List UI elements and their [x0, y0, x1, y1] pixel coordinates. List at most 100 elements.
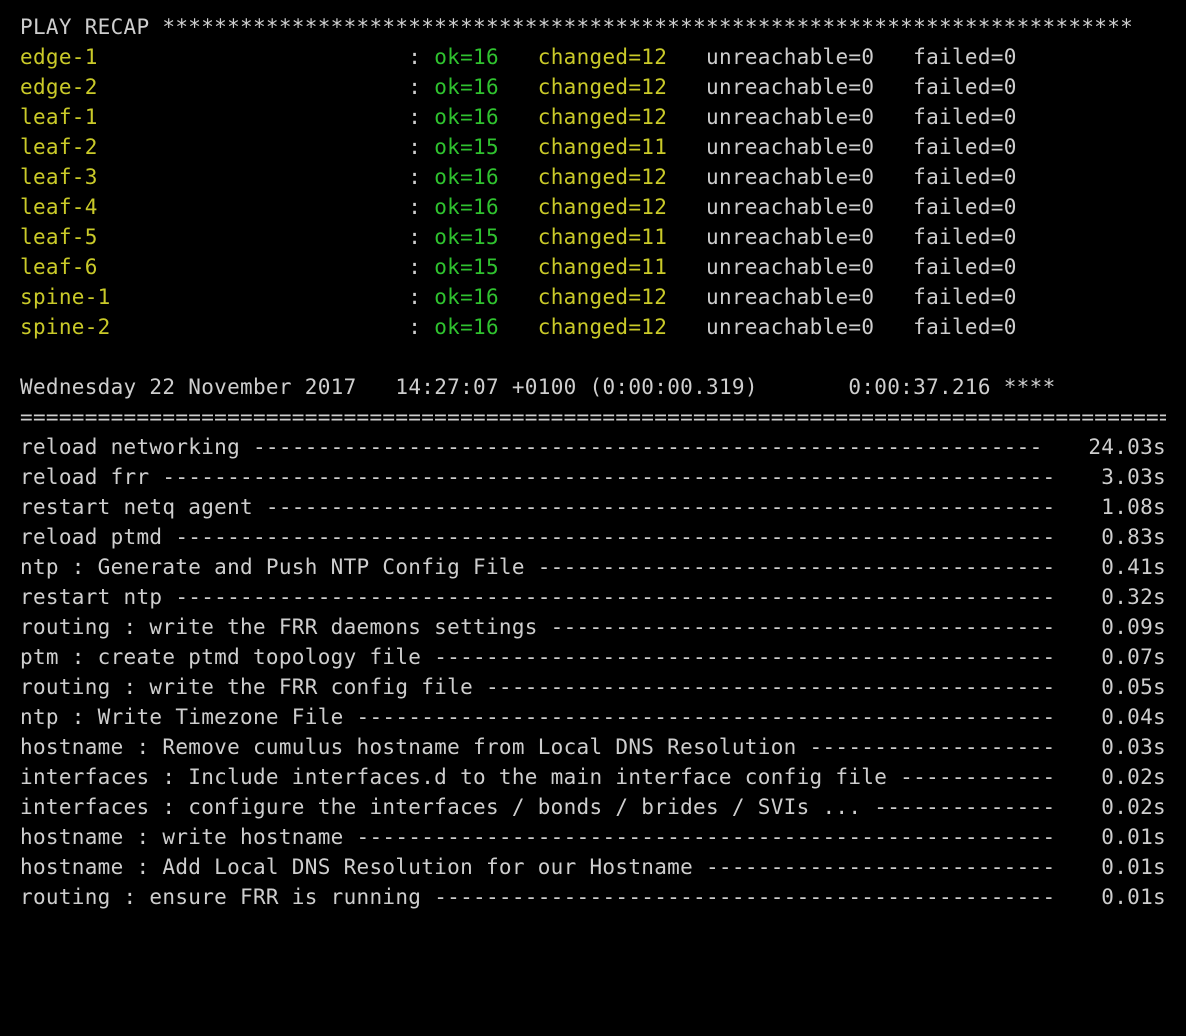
task-time: 0.02s	[1088, 792, 1166, 822]
recap-changed: changed=12	[538, 192, 667, 222]
task-name: routing : ensure FRR is running	[20, 882, 434, 912]
task-row: restart netq agent ---------------------…	[20, 492, 1166, 522]
recap-row: leaf-2 : ok=15 changed=11 unreachable=0 …	[20, 132, 1166, 162]
task-name: reload frr	[20, 462, 162, 492]
recap-failed: failed=0	[913, 312, 1017, 342]
task-time: 1.08s	[1088, 492, 1166, 522]
recap-failed: failed=0	[913, 42, 1017, 72]
recap-host: spine-2	[20, 312, 408, 342]
task-row: hostname : write hostname --------------…	[20, 822, 1166, 852]
recap-unreachable: unreachable=0	[706, 282, 874, 312]
recap-unreachable: unreachable=0	[706, 72, 874, 102]
task-row: interfaces : Include interfaces.d to the…	[20, 762, 1166, 792]
recap-changed: changed=12	[538, 42, 667, 72]
recap-row: leaf-4 : ok=16 changed=12 unreachable=0 …	[20, 192, 1166, 222]
recap-unreachable: unreachable=0	[706, 252, 874, 282]
recap-row: leaf-5 : ok=15 changed=11 unreachable=0 …	[20, 222, 1166, 252]
timestamp-line: Wednesday 22 November 2017 14:27:07 +010…	[20, 372, 1166, 402]
task-time: 0.03s	[1088, 732, 1166, 762]
task-dash-fill: ---------------------------------------	[551, 612, 1089, 642]
task-dash-fill: --------------	[874, 792, 1088, 822]
timestamp-total-elapsed: 0:00:37.216	[848, 375, 990, 399]
task-timing-list: reload networking ----------------------…	[20, 432, 1166, 912]
play-recap-stars: ****************************************…	[149, 15, 1133, 39]
recap-failed: failed=0	[913, 132, 1017, 162]
recap-ok: ok=15	[434, 222, 499, 252]
task-dash-fill: ----------------------------------------…	[434, 642, 1088, 672]
recap-unreachable: unreachable=0	[706, 192, 874, 222]
recap-host: leaf-3	[20, 162, 408, 192]
recap-changed: changed=12	[538, 282, 667, 312]
task-name: ptm : create ptmd topology file	[20, 642, 434, 672]
recap-changed: changed=12	[538, 72, 667, 102]
task-time: 3.03s	[1088, 462, 1166, 492]
task-name: ntp : Generate and Push NTP Config File	[20, 552, 538, 582]
recap-failed: failed=0	[913, 282, 1017, 312]
recap-host: edge-2	[20, 72, 408, 102]
recap-host: leaf-6	[20, 252, 408, 282]
recap-row: edge-2 : ok=16 changed=12 unreachable=0 …	[20, 72, 1166, 102]
task-dash-fill: ---------------------------	[706, 852, 1088, 882]
task-dash-fill: ----------------------------------------…	[486, 672, 1088, 702]
task-time: 0.01s	[1088, 852, 1166, 882]
task-time: 0.04s	[1088, 702, 1166, 732]
recap-failed: failed=0	[913, 72, 1017, 102]
recap-failed: failed=0	[913, 192, 1017, 222]
task-name: restart netq agent	[20, 492, 266, 522]
terminal-output: PLAY RECAP *****************************…	[20, 12, 1166, 912]
recap-colon: :	[408, 102, 434, 132]
recap-row: leaf-6 : ok=15 changed=11 unreachable=0 …	[20, 252, 1166, 282]
task-name: interfaces : configure the interfaces / …	[20, 792, 874, 822]
recap-colon: :	[408, 192, 434, 222]
task-time: 0.83s	[1088, 522, 1166, 552]
task-row: routing : ensure FRR is running --------…	[20, 882, 1166, 912]
recap-colon: :	[408, 132, 434, 162]
recap-colon: :	[408, 72, 434, 102]
recap-changed: changed=11	[538, 132, 667, 162]
task-row: hostname : Remove cumulus hostname from …	[20, 732, 1166, 762]
recap-host: spine-1	[20, 282, 408, 312]
recap-changed: changed=12	[538, 162, 667, 192]
task-row: ntp : Write Timezone File --------------…	[20, 702, 1166, 732]
task-name: routing : write the FRR config file	[20, 672, 486, 702]
task-row: routing : write the FRR config file ----…	[20, 672, 1166, 702]
recap-colon: :	[408, 312, 434, 342]
task-name: ntp : Write Timezone File	[20, 702, 357, 732]
recap-failed: failed=0	[913, 222, 1017, 252]
recap-unreachable: unreachable=0	[706, 102, 874, 132]
recap-colon: :	[408, 252, 434, 282]
task-row: reload networking ----------------------…	[20, 432, 1166, 462]
task-time: 0.32s	[1088, 582, 1166, 612]
task-dash-fill: ----------------------------------------…	[266, 492, 1088, 522]
recap-ok: ok=15	[434, 252, 499, 282]
recap-unreachable: unreachable=0	[706, 132, 874, 162]
recap-colon: :	[408, 162, 434, 192]
timestamp-time: 14:27:07 +0100	[395, 375, 576, 399]
recap-ok: ok=16	[434, 72, 499, 102]
task-time: 0.01s	[1088, 822, 1166, 852]
recap-unreachable: unreachable=0	[706, 162, 874, 192]
recap-host: leaf-2	[20, 132, 408, 162]
recap-changed: changed=12	[538, 312, 667, 342]
task-name: reload networking	[20, 432, 253, 462]
recap-row: leaf-3 : ok=16 changed=12 unreachable=0 …	[20, 162, 1166, 192]
task-row: ntp : Generate and Push NTP Config File …	[20, 552, 1166, 582]
task-time: 0.41s	[1088, 552, 1166, 582]
task-name: hostname : Remove cumulus hostname from …	[20, 732, 810, 762]
task-time: 0.05s	[1088, 672, 1166, 702]
play-recap-header: PLAY RECAP *****************************…	[20, 12, 1166, 42]
recap-changed: changed=12	[538, 102, 667, 132]
task-row: reload ptmd ----------------------------…	[20, 522, 1166, 552]
task-row: hostname : Add Local DNS Resolution for …	[20, 852, 1166, 882]
play-recap-label: PLAY RECAP	[20, 15, 149, 39]
timestamp-stars: ****	[1004, 375, 1056, 399]
recap-ok: ok=16	[434, 312, 499, 342]
task-dash-fill: ----------------------------------------…	[175, 522, 1088, 552]
recap-colon: :	[408, 222, 434, 252]
task-dash-fill: -------------------	[810, 732, 1089, 762]
recap-colon: :	[408, 282, 434, 312]
task-time: 0.02s	[1088, 762, 1166, 792]
task-row: ptm : create ptmd topology file --------…	[20, 642, 1166, 672]
task-dash-fill: ----------------------------------------…	[253, 432, 1075, 462]
recap-host: leaf-4	[20, 192, 408, 222]
